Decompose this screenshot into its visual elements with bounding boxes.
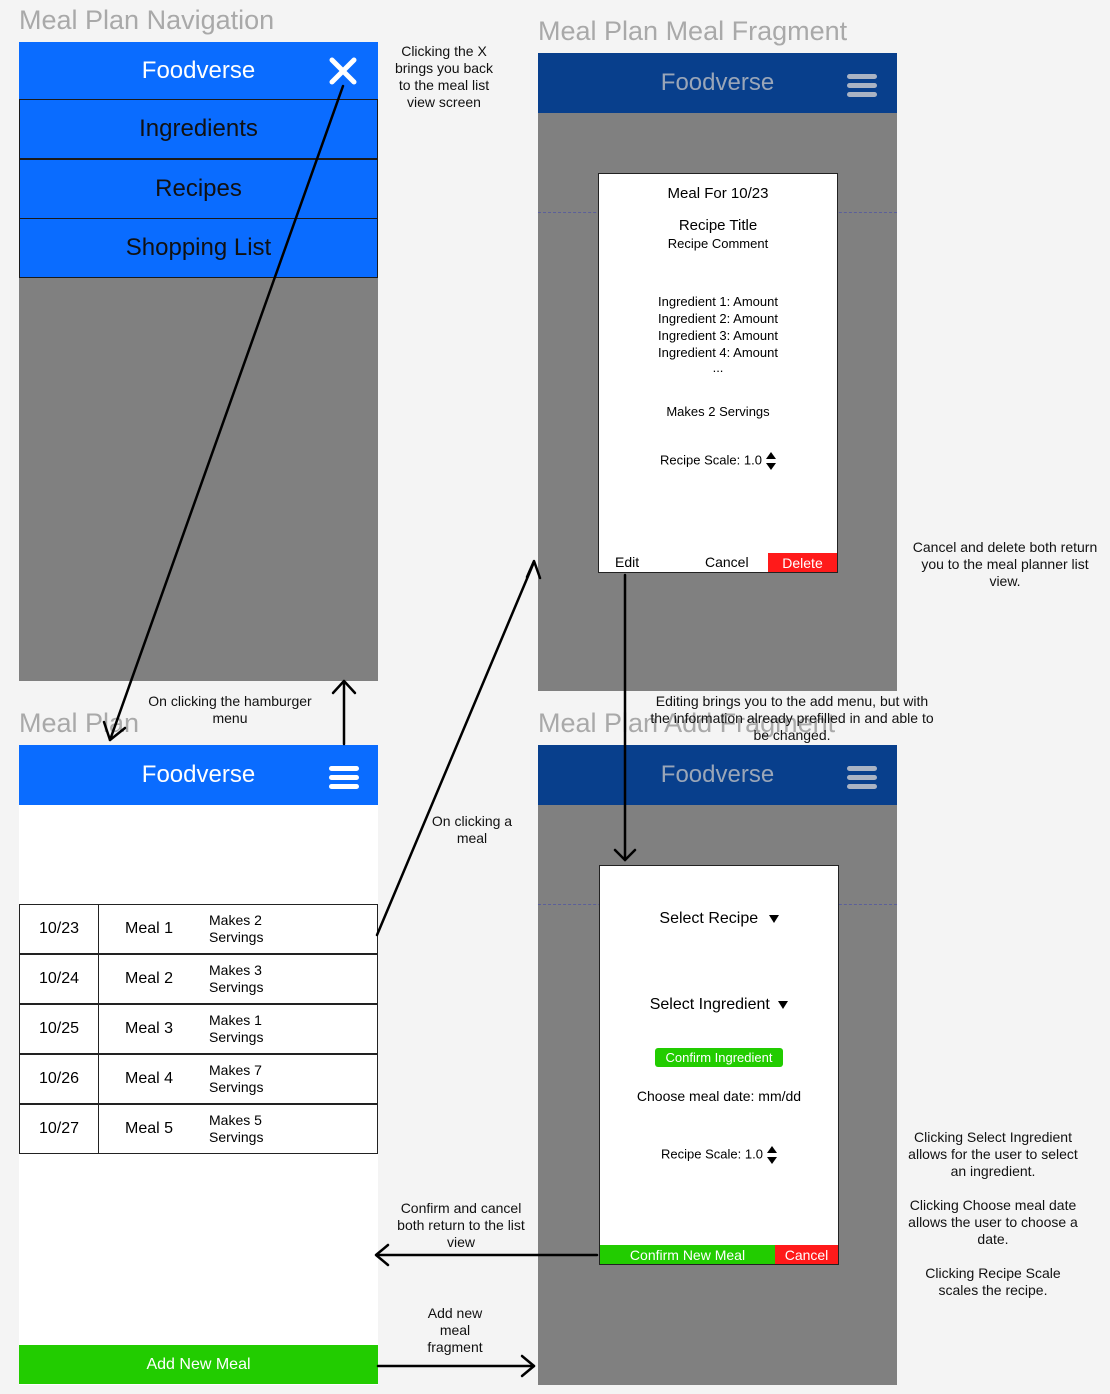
arrowhead xyxy=(525,559,542,580)
flow-arrows xyxy=(102,84,637,1378)
arrow-meal-to-fragment xyxy=(375,560,536,937)
arrow-close-to-list xyxy=(108,84,345,742)
